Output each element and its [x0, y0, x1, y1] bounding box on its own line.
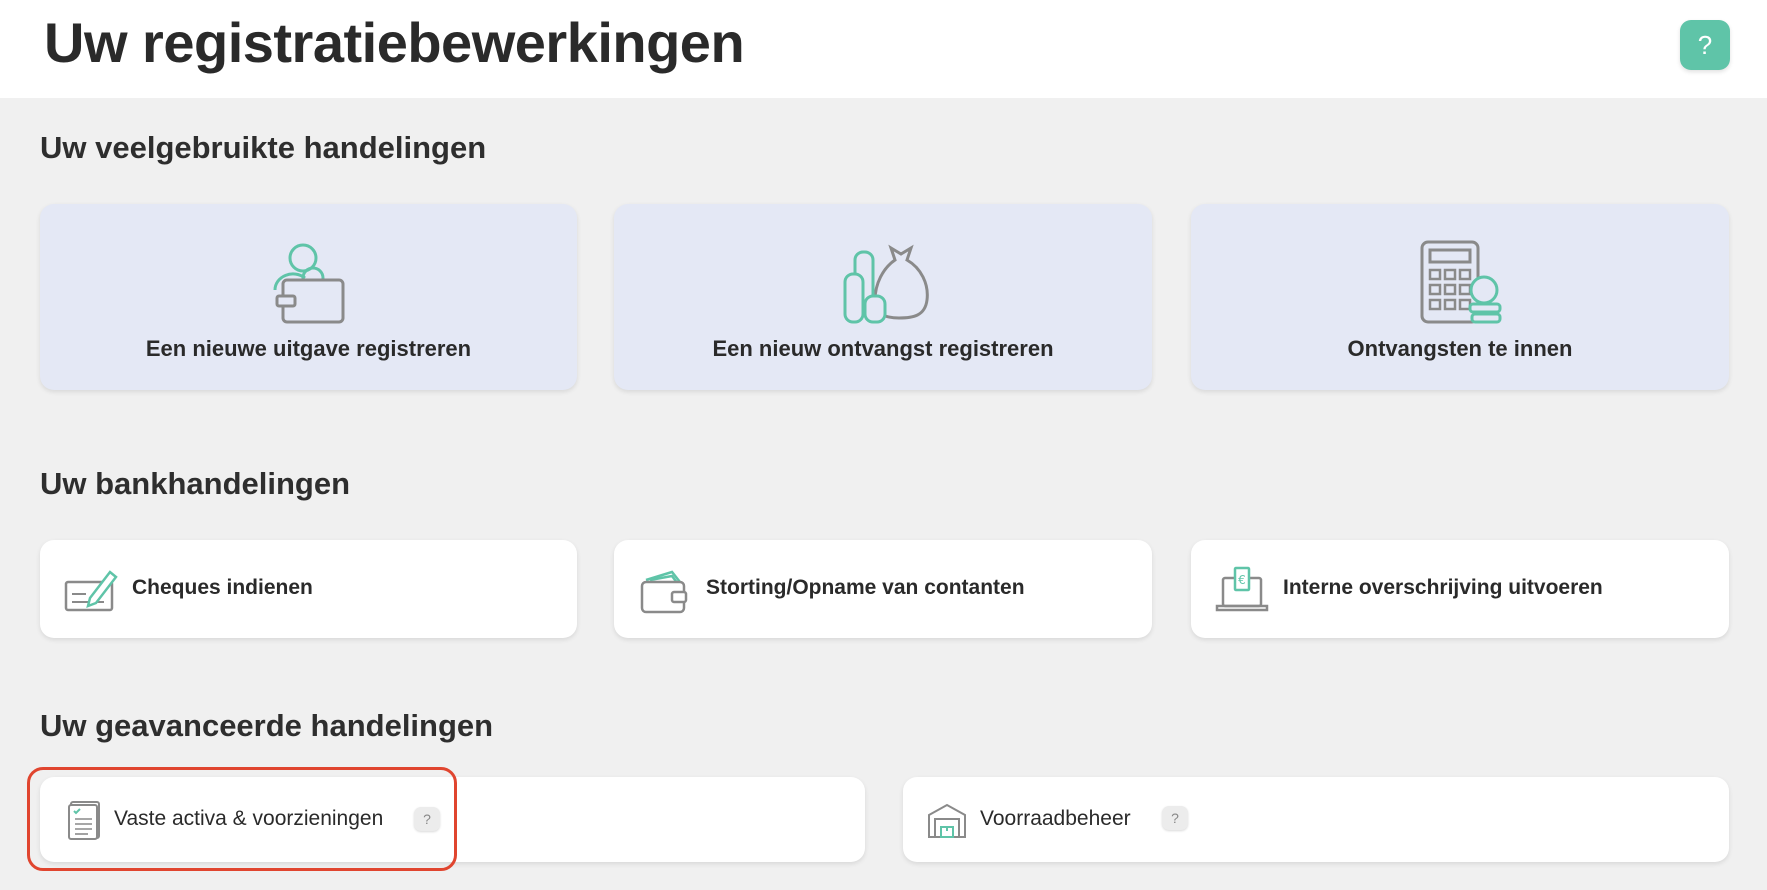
section-title-advanced: Uw geavanceerde handelingen — [40, 708, 494, 743]
fixed-assets-help-icon[interactable]: ? — [414, 807, 440, 831]
inventory-management-help-icon[interactable]: ? — [1162, 806, 1188, 830]
deposit-cheques-card[interactable]: Cheques indienen — [40, 540, 577, 638]
money-bag-coins-icon — [843, 244, 929, 324]
section-title-frequent: Uw veelgebruikte handelingen — [40, 130, 487, 165]
receipts-to-collect-card[interactable]: Ontvangsten te innen — [1191, 204, 1729, 390]
internal-transfer-label: Interne overschrijving uitvoeren — [1283, 576, 1603, 599]
new-expense-label: Een nieuwe uitgave registreren — [145, 336, 472, 361]
help-button[interactable]: ? — [1680, 20, 1730, 70]
fixed-assets-card[interactable]: Vaste activa & voorzieningen ? — [40, 777, 865, 862]
document-list-icon — [68, 801, 100, 840]
calculator-coins-icon — [1420, 240, 1502, 324]
cash-deposit-withdrawal-label: Storting/Opname van contanten — [706, 576, 1025, 599]
warehouse-icon — [928, 803, 966, 838]
internal-transfer-card[interactable]: € Interne overschrijving uitvoeren — [1191, 540, 1729, 638]
page-title: Uw registratiebewerkingen — [44, 11, 745, 74]
section-title-bank: Uw bankhandelingen — [40, 466, 351, 501]
top-header: Uw registratiebewerkingen ? — [0, 0, 1767, 98]
new-receipt-card[interactable]: Een nieuw ontvangst registreren — [614, 204, 1152, 390]
new-receipt-label: Een nieuw ontvangst registreren — [712, 336, 1054, 361]
inventory-management-label: Voorraadbeheer — [980, 807, 1131, 830]
cash-deposit-withdrawal-card[interactable]: Storting/Opname van contanten — [614, 540, 1152, 638]
receipts-to-collect-label: Ontvangsten te innen — [1347, 336, 1573, 361]
wallet-cash-icon — [640, 570, 688, 614]
person-wallet-icon — [272, 243, 344, 324]
deposit-cheques-label: Cheques indienen — [132, 576, 313, 599]
inventory-management-card[interactable]: Voorraadbeheer ? — [903, 777, 1729, 862]
new-expense-card[interactable]: Een nieuwe uitgave registreren — [40, 204, 577, 390]
cheque-pen-icon — [64, 570, 118, 612]
laptop-euro-icon: € — [1215, 566, 1269, 612]
fixed-assets-label: Vaste activa & voorzieningen — [114, 807, 384, 830]
svg-text:€: € — [1238, 573, 1246, 587]
